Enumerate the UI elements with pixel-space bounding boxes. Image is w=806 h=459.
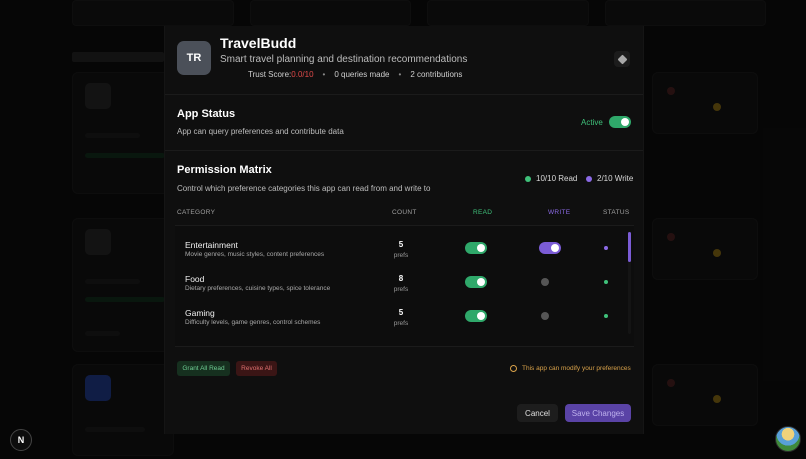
table-scrollbar-thumb[interactable] [628,232,631,262]
status-indicator [604,246,608,250]
permission-table: Entertainment Movie genres, music styles… [175,225,634,347]
pref-count: 5 [398,240,404,249]
category-name: Gaming [185,308,215,318]
write-warning-text: This app can modify your preferences [522,365,631,372]
read-summary-text: 10/10 Read [536,174,578,183]
write-warning: This app can modify your preferences [510,365,631,372]
write-summary-text: 2/10 Write [597,174,634,183]
pref-unit: prefs [393,286,409,293]
queries-count: 0 queries made [334,70,390,79]
app-permissions-modal: TR TravelBudd Smart travel planning and … [164,26,644,434]
app-status-section: App Status App can query preferences and… [165,94,643,151]
table-row: Entertainment Movie genres, music styles… [175,238,634,272]
pref-count: 8 [398,274,404,283]
user-avatar[interactable] [775,426,801,452]
column-header-read: READ [473,209,493,216]
category-description: Dietary preferences, cuisine types, spic… [185,285,331,292]
app-avatar: TR [177,41,211,75]
meta-separator: • [322,70,326,79]
revoke-all-button[interactable]: Revoke All [236,361,277,376]
read-summary: 10/10 Read [525,174,577,183]
column-header-status: STATUS [603,209,630,216]
app-description: Smart travel planning and destination re… [220,54,468,65]
column-header-write: WRITE [548,209,571,216]
grant-all-read-button[interactable]: Grant All Read [177,361,230,376]
permission-matrix-description: Control which preference categories this… [177,184,431,193]
options-icon[interactable] [614,51,630,67]
pref-unit: prefs [393,252,409,259]
cancel-button[interactable]: Cancel [517,404,558,422]
write-toggle-off[interactable] [541,278,549,286]
read-toggle[interactable] [465,310,487,322]
category-name: Food [185,274,205,284]
pref-count: 5 [398,308,404,317]
write-dot-icon [586,175,592,182]
trust-score-label: Trust Score: [248,70,292,79]
read-dot-icon [525,175,531,182]
status-indicator [604,280,608,284]
active-toggle[interactable] [609,116,631,128]
write-summary: 2/10 Write [586,174,633,183]
column-header-count: COUNT [392,209,417,216]
category-description: Difficulty levels, game genres, control … [185,319,321,326]
warning-icon [510,365,517,372]
pref-unit: prefs [393,320,409,327]
app-status-description: App can query preferences and contribute… [177,127,344,136]
save-changes-button[interactable]: Save Changes [565,404,631,422]
category-description: Movie genres, music styles, content pref… [185,251,325,258]
trust-score-value: 0.0/10 [291,70,314,79]
category-name: Entertainment [185,240,238,250]
framework-badge-icon[interactable]: N [10,429,32,451]
permission-matrix-title: Permission Matrix [177,164,272,176]
meta-separator: • [398,70,402,79]
write-toggle-off[interactable] [541,312,549,320]
app-status-title: App Status [177,108,236,120]
read-toggle[interactable] [465,276,487,288]
table-row: Gaming Difficulty levels, game genres, c… [175,306,634,340]
table-row: Food Dietary preferences, cuisine types,… [175,272,634,306]
contributions-count: 2 contributions [410,70,463,79]
write-toggle[interactable] [539,242,561,254]
active-label: Active [581,118,603,127]
app-name: TravelBudd [220,35,297,51]
status-indicator [604,314,608,318]
read-toggle[interactable] [465,242,487,254]
column-header-category: CATEGORY [177,209,216,216]
app-meta: Trust Score: 0.0/10 • 0 queries made • 2… [248,70,462,79]
modal-header: TR TravelBudd Smart travel planning and … [165,26,643,95]
